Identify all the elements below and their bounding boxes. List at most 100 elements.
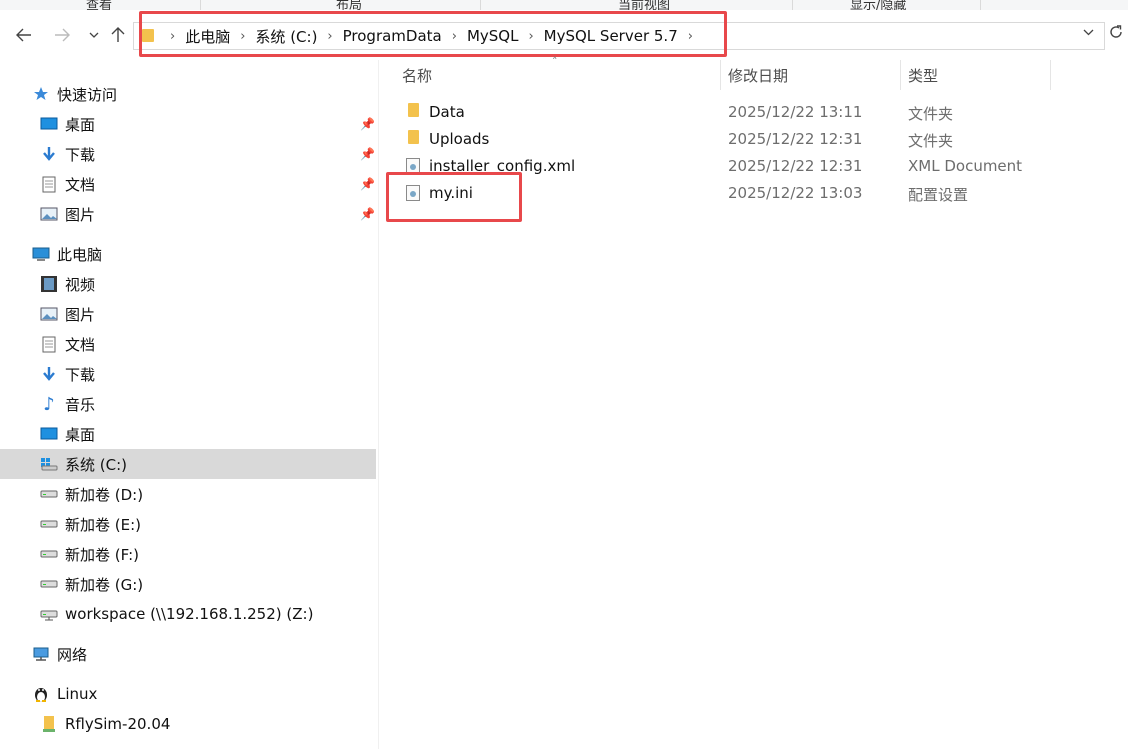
chevron-right-icon[interactable]: › [170, 29, 175, 44]
chevron-right-icon[interactable]: › [688, 29, 693, 44]
column-header-date[interactable]: 修改日期 [728, 60, 788, 90]
back-button[interactable] [13, 24, 35, 46]
sidebar-item-label: RflySim-20.04 [65, 715, 171, 733]
chevron-down-icon [1083, 29, 1094, 36]
sort-indicator-icon: ˄ [552, 55, 558, 68]
network-drive-icon [40, 605, 58, 623]
arrow-left-icon [16, 28, 31, 42]
file-row[interactable]: my.ini 2025/12/22 13:03 配置设置 [384, 180, 1064, 207]
sidebar-item-label: 图片 [65, 305, 96, 324]
sidebar-item-e-drive[interactable]: 新加卷 (E:) [0, 509, 416, 539]
sidebar-item-label: 视频 [65, 275, 96, 294]
recent-locations-button[interactable] [83, 24, 105, 46]
sidebar-item-rflysim[interactable]: RflySim-20.04 [0, 709, 416, 739]
file-row[interactable]: Data 2025/12/22 13:11 文件夹 [384, 99, 1064, 126]
music-icon: ♪ [43, 393, 55, 415]
sidebar-item-this-pc[interactable]: 此电脑 [0, 239, 408, 269]
sidebar-item-label: 桌面 [65, 115, 96, 134]
chevron-right-icon[interactable]: › [528, 29, 533, 44]
address-history-button[interactable] [1083, 25, 1094, 39]
drive-icon [40, 575, 58, 593]
refresh-button[interactable] [1108, 24, 1124, 44]
config-file-icon [406, 185, 420, 201]
sidebar-item-label: 音乐 [65, 395, 96, 414]
column-divider[interactable] [900, 60, 901, 90]
chevron-right-icon[interactable]: › [452, 29, 457, 44]
file-row[interactable]: installer_config.xml 2025/12/22 12:31 XM… [384, 153, 1064, 180]
sidebar-item-linux[interactable]: Linux [0, 679, 408, 709]
download-icon [40, 145, 58, 163]
network-icon [32, 645, 50, 663]
picture-icon [40, 205, 58, 223]
breadcrumb-programdata[interactable]: ProgramData [343, 27, 442, 45]
column-divider[interactable] [1050, 60, 1051, 90]
folder-icon [408, 130, 419, 144]
sidebar-item-desktop[interactable]: 桌面 📌 [0, 109, 416, 139]
sidebar-item-c-drive[interactable]: 系统 (C:) [0, 449, 376, 479]
sidebar-item-d-drive[interactable]: 新加卷 (D:) [0, 479, 416, 509]
sidebar-item-label: 下载 [65, 145, 96, 164]
sidebar-item-videos[interactable]: 视频 [0, 269, 416, 299]
video-icon [40, 275, 58, 293]
sidebar-item-documents[interactable]: 文档 [0, 329, 416, 359]
pin-icon[interactable]: 📌 [360, 117, 375, 131]
pin-icon[interactable]: 📌 [360, 147, 375, 161]
folder-icon [40, 715, 58, 733]
address-bar[interactable]: › 此电脑 › 系统 (C:) › ProgramData › MySQL › … [133, 22, 1105, 50]
breadcrumb-c-drive[interactable]: 系统 (C:) [255, 26, 317, 47]
ribbon-divider [200, 0, 201, 10]
chevron-right-icon[interactable]: › [327, 29, 332, 44]
sidebar-item-pictures[interactable]: 图片 📌 [0, 199, 416, 229]
column-header-name[interactable]: 名称 [402, 60, 432, 90]
file-type: 文件夹 [908, 132, 954, 150]
file-date: 2025/12/22 13:03 [728, 184, 863, 202]
forward-button[interactable] [51, 24, 73, 46]
file-row[interactable]: Uploads 2025/12/22 12:31 文件夹 [384, 126, 1064, 153]
sidebar-item-quick-access[interactable]: 快速访问 [0, 79, 408, 109]
sidebar-item-label: 文档 [65, 335, 96, 354]
pin-icon[interactable]: 📌 [360, 177, 375, 191]
sidebar-item-label: 图片 [65, 205, 96, 224]
file-type: XML Document [908, 157, 1023, 175]
sidebar-item-downloads[interactable]: 下载 📌 [0, 139, 416, 169]
sidebar-item-label: 新加卷 (E:) [65, 515, 142, 534]
sidebar-item-label: 下载 [65, 365, 96, 384]
drive-icon [40, 545, 58, 563]
refresh-icon [1110, 25, 1122, 38]
breadcrumb-mysql-server[interactable]: MySQL Server 5.7 [544, 27, 678, 45]
breadcrumb: › 此电脑 › 系统 (C:) › ProgramData › MySQL › … [160, 23, 703, 49]
sidebar-item-network[interactable]: 网络 [0, 639, 408, 669]
arrow-right-icon [55, 28, 70, 42]
up-button[interactable] [107, 24, 129, 46]
chevron-right-icon[interactable]: › [240, 29, 245, 44]
sidebar-item-f-drive[interactable]: 新加卷 (F:) [0, 539, 416, 569]
sidebar-item-label: 网络 [57, 645, 88, 664]
chevron-down-icon [89, 32, 99, 38]
breadcrumb-mysql[interactable]: MySQL [467, 27, 519, 45]
picture-icon [40, 305, 58, 323]
sidebar-item-music[interactable]: ♪ 音乐 [0, 389, 416, 419]
sidebar-item-label: 系统 (C:) [65, 455, 127, 474]
document-icon [40, 175, 58, 193]
sidebar-item-label: Linux [57, 685, 98, 703]
file-list-pane: ˄ 名称 修改日期 类型 Data 2025/12/22 13:11 文件夹 U… [384, 55, 1128, 749]
sidebar-item-pictures[interactable]: 图片 [0, 299, 416, 329]
sidebar-item-documents[interactable]: 文档 📌 [0, 169, 416, 199]
file-name: my.ini [429, 184, 473, 202]
sidebar-item-label: 桌面 [65, 425, 96, 444]
arrow-up-icon [111, 27, 125, 42]
ribbon-divider [792, 0, 793, 10]
sidebar-item-z-drive[interactable]: workspace (\\192.168.1.252) (Z:) [0, 599, 416, 629]
column-header-type[interactable]: 类型 [908, 60, 938, 90]
sidebar-item-downloads[interactable]: 下载 [0, 359, 416, 389]
sidebar-item-label: 新加卷 (D:) [65, 485, 144, 504]
pin-icon[interactable]: 📌 [360, 207, 375, 221]
computer-icon [32, 245, 50, 263]
file-date: 2025/12/22 12:31 [728, 157, 863, 175]
desktop-icon [40, 425, 58, 443]
column-divider[interactable] [720, 60, 721, 90]
sidebar-item-desktop[interactable]: 桌面 [0, 419, 416, 449]
sidebar-item-g-drive[interactable]: 新加卷 (G:) [0, 569, 416, 599]
breadcrumb-this-pc[interactable]: 此电脑 [185, 26, 230, 47]
file-type: 配置设置 [908, 186, 969, 204]
